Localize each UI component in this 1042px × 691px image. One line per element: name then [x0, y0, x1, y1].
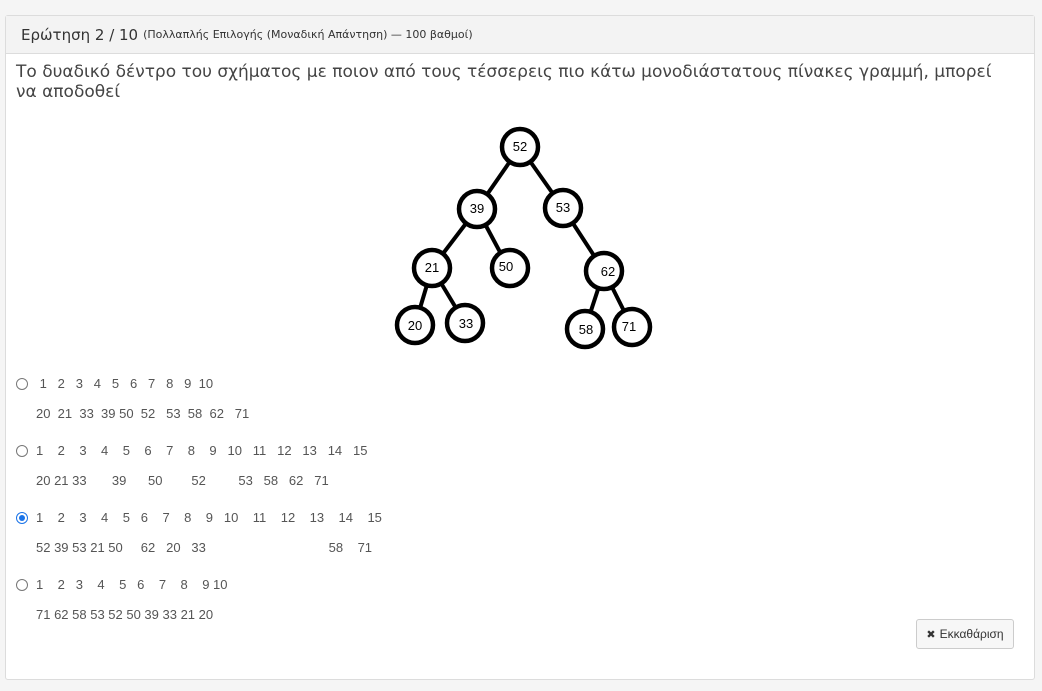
option-1-radio[interactable]: [16, 378, 28, 390]
option-3-indices: 1 2 3 4 5 6 7 8 9 10 11 12 13 14 15: [36, 510, 382, 525]
node-label: 20: [408, 318, 422, 333]
tree-node: 33: [444, 302, 486, 344]
node-label: 71: [622, 319, 636, 334]
node-label: 53: [556, 200, 570, 215]
tree-nodes: 52 39 53 21 50 62 20 33 58 71: [394, 126, 653, 350]
tree-node: 53: [542, 187, 584, 229]
node-label: 33: [459, 316, 473, 331]
tree-node: 52: [499, 126, 541, 168]
tree-node: 21: [411, 247, 453, 289]
option-2-values: 20 21 33 39 50 52 53 58 62 71: [36, 473, 329, 488]
node-label: 50: [499, 259, 513, 274]
tree-edges: [413, 145, 634, 330]
tree-node: 71: [611, 306, 653, 348]
option-1-values: 20 21 33 39 50 52 53 58 62 71: [36, 406, 250, 421]
option-3-radio[interactable]: [16, 512, 28, 524]
option-4-values: 71 62 58 53 52 50 39 33 21 20: [36, 607, 214, 622]
clear-button[interactable]: ✖ Εκκαθάριση: [916, 619, 1014, 649]
tree-node: 50: [489, 247, 531, 289]
option-4-indices: 1 2 3 4 5 6 7 8 9 10: [36, 577, 228, 592]
option-3-values: 52 39 53 21 50 62 20 33 58 71: [36, 540, 373, 555]
tree-node: 39: [456, 188, 498, 230]
tree-node: 62: [583, 250, 625, 292]
option-2-indices: 1 2 3 4 5 6 7 8 9 10 11 12 13 14 15: [36, 443, 368, 458]
times-icon: ✖: [926, 628, 936, 641]
option-4-radio[interactable]: [16, 579, 28, 591]
node-label: 39: [470, 201, 484, 216]
option-1-indices: 1 2 3 4 5 6 7 8 9 10: [36, 376, 214, 391]
tree-node: 58: [564, 308, 606, 350]
option-2-radio[interactable]: [16, 445, 28, 457]
node-label: 58: [579, 322, 593, 337]
node-label: 52: [513, 139, 527, 154]
clear-button-label: Εκκαθάριση: [939, 627, 1004, 641]
node-label: 21: [425, 260, 439, 275]
node-label: 62: [601, 264, 615, 279]
tree-node: 20: [394, 304, 436, 346]
